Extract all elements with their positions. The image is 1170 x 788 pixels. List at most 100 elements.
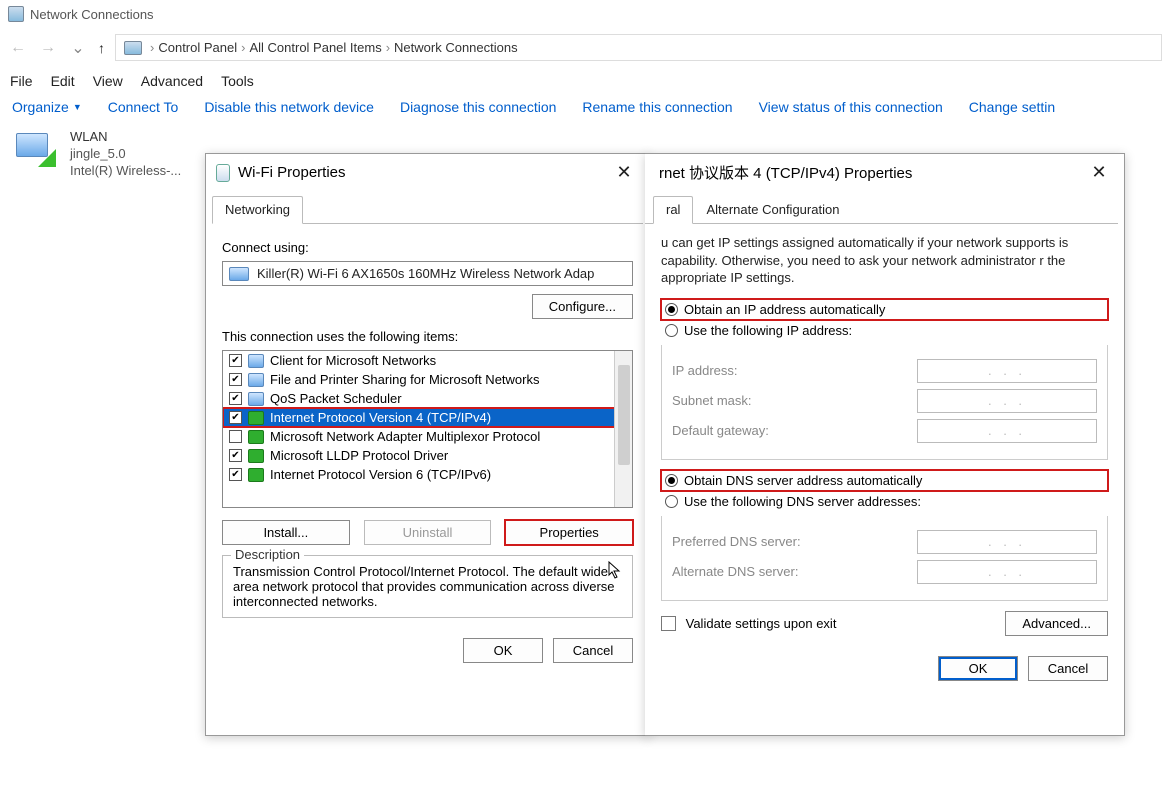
- adapter-ssid: jingle_5.0: [70, 146, 181, 163]
- list-item[interactable]: Microsoft LLDP Protocol Driver: [223, 446, 632, 465]
- radio-icon: [665, 495, 678, 508]
- protocol-icon: [248, 411, 264, 425]
- validate-checkbox-row[interactable]: Validate settings upon exit: [661, 616, 836, 631]
- toolbar-connect-to[interactable]: Connect To: [108, 99, 179, 115]
- checkbox-icon[interactable]: [229, 449, 242, 462]
- menu-view[interactable]: View: [93, 73, 123, 89]
- list-item[interactable]: QoS Packet Scheduler: [223, 389, 632, 408]
- toolbar-rename[interactable]: Rename this connection: [582, 99, 732, 115]
- adapter-name: WLAN: [70, 129, 181, 146]
- network-service-icon: [248, 373, 264, 387]
- tab-alternate[interactable]: Alternate Configuration: [693, 196, 852, 224]
- adapter-select[interactable]: Killer(R) Wi-Fi 6 AX1650s 160MHz Wireles…: [222, 261, 633, 286]
- properties-button[interactable]: Properties: [505, 520, 633, 545]
- list-item-label: File and Printer Sharing for Microsoft N…: [270, 372, 539, 387]
- breadcrumb-item[interactable]: Control Panel: [158, 40, 237, 55]
- alternate-dns-input: . . .: [917, 560, 1097, 584]
- breadcrumb[interactable]: › Control Panel › All Control Panel Item…: [115, 34, 1162, 61]
- radio-label: Obtain an IP address automatically: [684, 302, 885, 317]
- list-item-label: Microsoft LLDP Protocol Driver: [270, 448, 448, 463]
- window-title: Network Connections: [30, 7, 154, 22]
- toolbar-view-status[interactable]: View status of this connection: [759, 99, 943, 115]
- history-dropdown[interactable]: ⌄: [68, 38, 88, 58]
- close-button[interactable]: ✕: [1084, 162, 1114, 183]
- ok-button[interactable]: OK: [463, 638, 543, 663]
- list-item[interactable]: File and Printer Sharing for Microsoft N…: [223, 370, 632, 389]
- toolbar-organize[interactable]: Organize ▼: [12, 99, 82, 115]
- wifi-properties-dialog: Wi-Fi Properties ✕ Networking Connect us…: [205, 153, 650, 736]
- radio-use-ip[interactable]: Use the following IP address:: [661, 320, 1108, 341]
- gateway-label: Default gateway:: [672, 423, 769, 438]
- pc-icon: [124, 41, 142, 55]
- menu-bar: File Edit View Advanced Tools: [0, 67, 1170, 95]
- wifi-adapter-icon: [12, 129, 60, 169]
- radio-label: Obtain DNS server address automatically: [684, 473, 922, 488]
- checkbox-icon[interactable]: [229, 373, 242, 386]
- toolbar-label: Organize: [12, 99, 69, 115]
- toolbar: Organize ▼ Connect To Disable this netwo…: [0, 95, 1170, 123]
- preferred-dns-label: Preferred DNS server:: [672, 534, 801, 549]
- cancel-button[interactable]: Cancel: [553, 638, 633, 663]
- radio-label: Use the following DNS server addresses:: [684, 494, 921, 509]
- radio-obtain-ip-auto[interactable]: Obtain an IP address automatically: [661, 299, 1108, 320]
- checkbox-icon: [661, 616, 676, 631]
- list-item[interactable]: Internet Protocol Version 6 (TCP/IPv6): [223, 465, 632, 484]
- install-button[interactable]: Install...: [222, 520, 350, 545]
- checkbox-icon[interactable]: [229, 354, 242, 367]
- list-item-label: QoS Packet Scheduler: [270, 391, 402, 406]
- radio-icon: [665, 474, 678, 487]
- dialog-titlebar[interactable]: Wi-Fi Properties ✕: [206, 154, 649, 191]
- list-item-label: Internet Protocol Version 6 (TCP/IPv6): [270, 467, 491, 482]
- toolbar-change-settings[interactable]: Change settin: [969, 99, 1055, 115]
- network-items-list[interactable]: Client for Microsoft Networks File and Pr…: [222, 350, 633, 508]
- wifi-icon: [216, 164, 230, 182]
- description-legend: Description: [231, 547, 304, 562]
- menu-file[interactable]: File: [10, 73, 33, 89]
- list-item[interactable]: Client for Microsoft Networks: [223, 351, 632, 370]
- checkbox-icon[interactable]: [229, 430, 242, 443]
- configure-button[interactable]: Configure...: [532, 294, 633, 319]
- network-service-icon: [248, 392, 264, 406]
- menu-tools[interactable]: Tools: [221, 73, 254, 89]
- description-box: Description Transmission Control Protoco…: [222, 555, 633, 618]
- checkbox-icon[interactable]: [229, 392, 242, 405]
- nav-bar: ← → ⌄ ↑ › Control Panel › All Control Pa…: [0, 28, 1170, 67]
- tab-general[interactable]: ral: [653, 196, 693, 224]
- close-button[interactable]: ✕: [609, 162, 639, 183]
- alternate-dns-label: Alternate DNS server:: [672, 564, 798, 579]
- checkbox-icon[interactable]: [229, 468, 242, 481]
- up-button[interactable]: ↑: [98, 40, 105, 56]
- description-text: Transmission Control Protocol/Internet P…: [233, 564, 622, 609]
- scrollbar[interactable]: [614, 351, 632, 507]
- tab-strip: ral Alternate Configuration: [645, 195, 1118, 224]
- chevron-right-icon: ›: [241, 40, 245, 55]
- menu-advanced[interactable]: Advanced: [141, 73, 203, 89]
- list-item[interactable]: Internet Protocol Version 4 (TCP/IPv4): [223, 408, 632, 427]
- advanced-button[interactable]: Advanced...: [1005, 611, 1108, 636]
- gateway-input: . . .: [917, 419, 1097, 443]
- list-item[interactable]: Microsoft Network Adapter Multiplexor Pr…: [223, 427, 632, 446]
- cancel-button[interactable]: Cancel: [1028, 656, 1108, 681]
- radio-obtain-dns-auto[interactable]: Obtain DNS server address automatically: [661, 470, 1108, 491]
- radio-use-dns[interactable]: Use the following DNS server addresses:: [661, 491, 1108, 512]
- list-item-label: Microsoft Network Adapter Multiplexor Pr…: [270, 429, 540, 444]
- protocol-icon: [248, 468, 264, 482]
- menu-edit[interactable]: Edit: [51, 73, 75, 89]
- breadcrumb-item[interactable]: All Control Panel Items: [249, 40, 381, 55]
- list-item-label: Client for Microsoft Networks: [270, 353, 436, 368]
- network-service-icon: [248, 354, 264, 368]
- tab-networking[interactable]: Networking: [212, 196, 303, 224]
- chevron-right-icon: ›: [386, 40, 390, 55]
- protocol-icon: [248, 430, 264, 444]
- forward-button[interactable]: →: [38, 39, 58, 57]
- breadcrumb-item[interactable]: Network Connections: [394, 40, 518, 55]
- ok-button[interactable]: OK: [938, 656, 1018, 681]
- toolbar-disable[interactable]: Disable this network device: [204, 99, 374, 115]
- back-button[interactable]: ←: [8, 39, 28, 57]
- dialog-titlebar[interactable]: rnet 协议版本 4 (TCP/IPv4) Properties ✕: [645, 154, 1124, 191]
- info-text: u can get IP settings assigned automatic…: [661, 234, 1108, 287]
- toolbar-diagnose[interactable]: Diagnose this connection: [400, 99, 556, 115]
- checkbox-icon[interactable]: [229, 411, 242, 424]
- chevron-down-icon: ▼: [73, 102, 82, 112]
- ip-address-input: . . .: [917, 359, 1097, 383]
